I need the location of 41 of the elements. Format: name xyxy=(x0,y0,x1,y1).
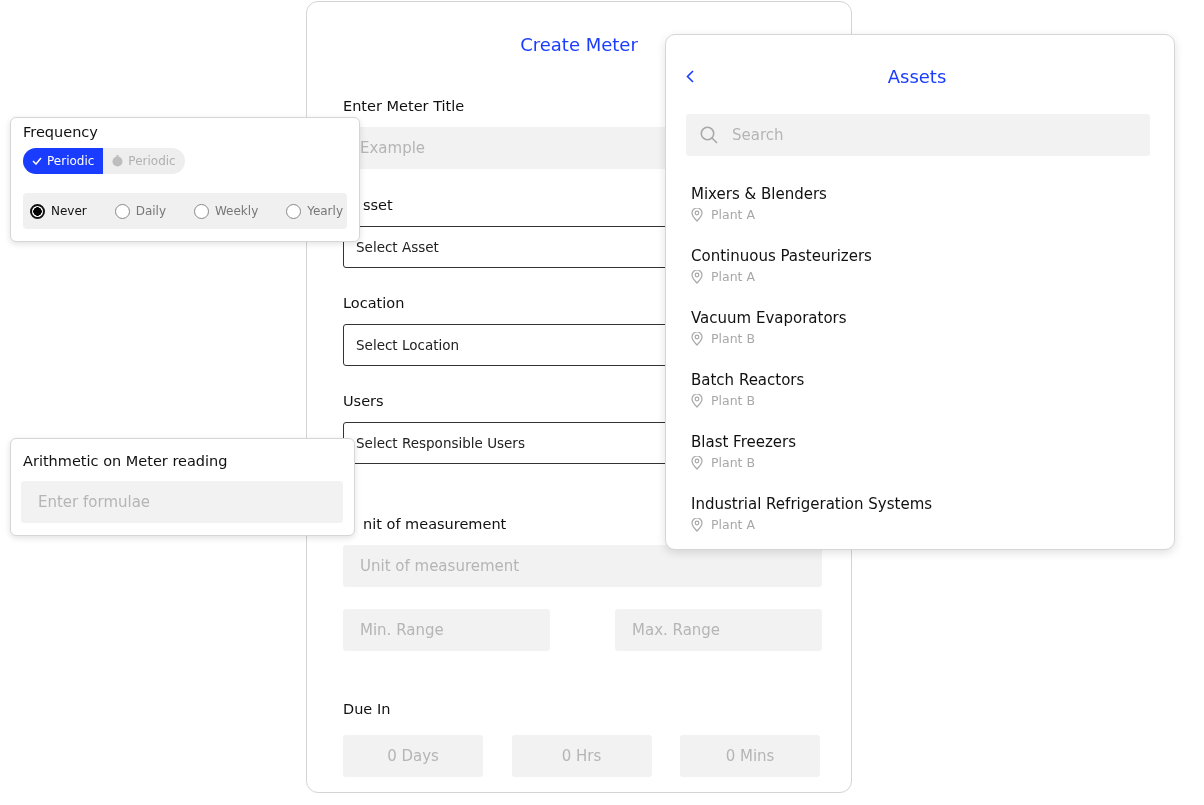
radio-option[interactable]: Daily xyxy=(114,203,167,219)
location-text: Plant A xyxy=(711,517,756,532)
input-field[interactable]: Enter formulae xyxy=(21,481,343,523)
input-field[interactable]: 0 Mins xyxy=(680,735,820,777)
search-field[interactable]: Search xyxy=(686,114,1150,156)
field-label: Due In xyxy=(343,700,392,719)
radio-option[interactable]: Never xyxy=(30,203,87,219)
location-pin-icon xyxy=(691,269,703,284)
asset-list-item[interactable]: Industrial Refrigeration Systems Plant A xyxy=(686,494,1150,532)
field-label: Location xyxy=(343,294,405,313)
input-field[interactable]: Unit of measurement xyxy=(343,545,822,587)
location-text: Plant A xyxy=(711,207,756,222)
location-pin-icon xyxy=(691,393,703,408)
toggle-option[interactable]: Periodic xyxy=(23,148,104,174)
form-title: Create Meter xyxy=(519,33,639,57)
field-label: sset xyxy=(363,196,393,215)
input-field[interactable]: Min. Range xyxy=(343,609,550,651)
stopwatch-icon xyxy=(112,155,124,167)
asset-list-item[interactable]: Batch Reactors Plant B xyxy=(686,370,1150,408)
location-text: Plant B xyxy=(711,393,756,408)
location-text: Plant B xyxy=(711,331,756,346)
location-text: Plant A xyxy=(711,269,756,284)
location-pin-icon xyxy=(691,331,703,346)
input-field[interactable]: 0 Hrs xyxy=(511,735,652,777)
back-button[interactable] xyxy=(686,69,694,83)
input-field[interactable]: Max. Range xyxy=(615,609,822,651)
asset-list-item[interactable]: Mixers & Blenders Plant A xyxy=(686,184,1150,222)
popup-title: Frequency xyxy=(23,123,99,142)
location-pin-icon xyxy=(691,517,703,532)
location-pin-icon xyxy=(691,455,703,470)
panel-title: Assets xyxy=(886,65,948,87)
field-label: Users xyxy=(343,392,384,411)
field-label: Enter Meter Title xyxy=(343,97,465,116)
check-icon xyxy=(32,157,42,165)
chevron-left-icon xyxy=(686,69,694,83)
popup-title: Arithmetic on Meter reading xyxy=(22,452,229,471)
location-pin-icon xyxy=(691,207,703,222)
field-label: nit of measurement xyxy=(363,515,507,534)
input-field[interactable]: 0 Days xyxy=(343,735,483,777)
radio-option[interactable]: Yearly xyxy=(286,203,343,219)
radio-option[interactable]: Weekly xyxy=(193,203,259,219)
